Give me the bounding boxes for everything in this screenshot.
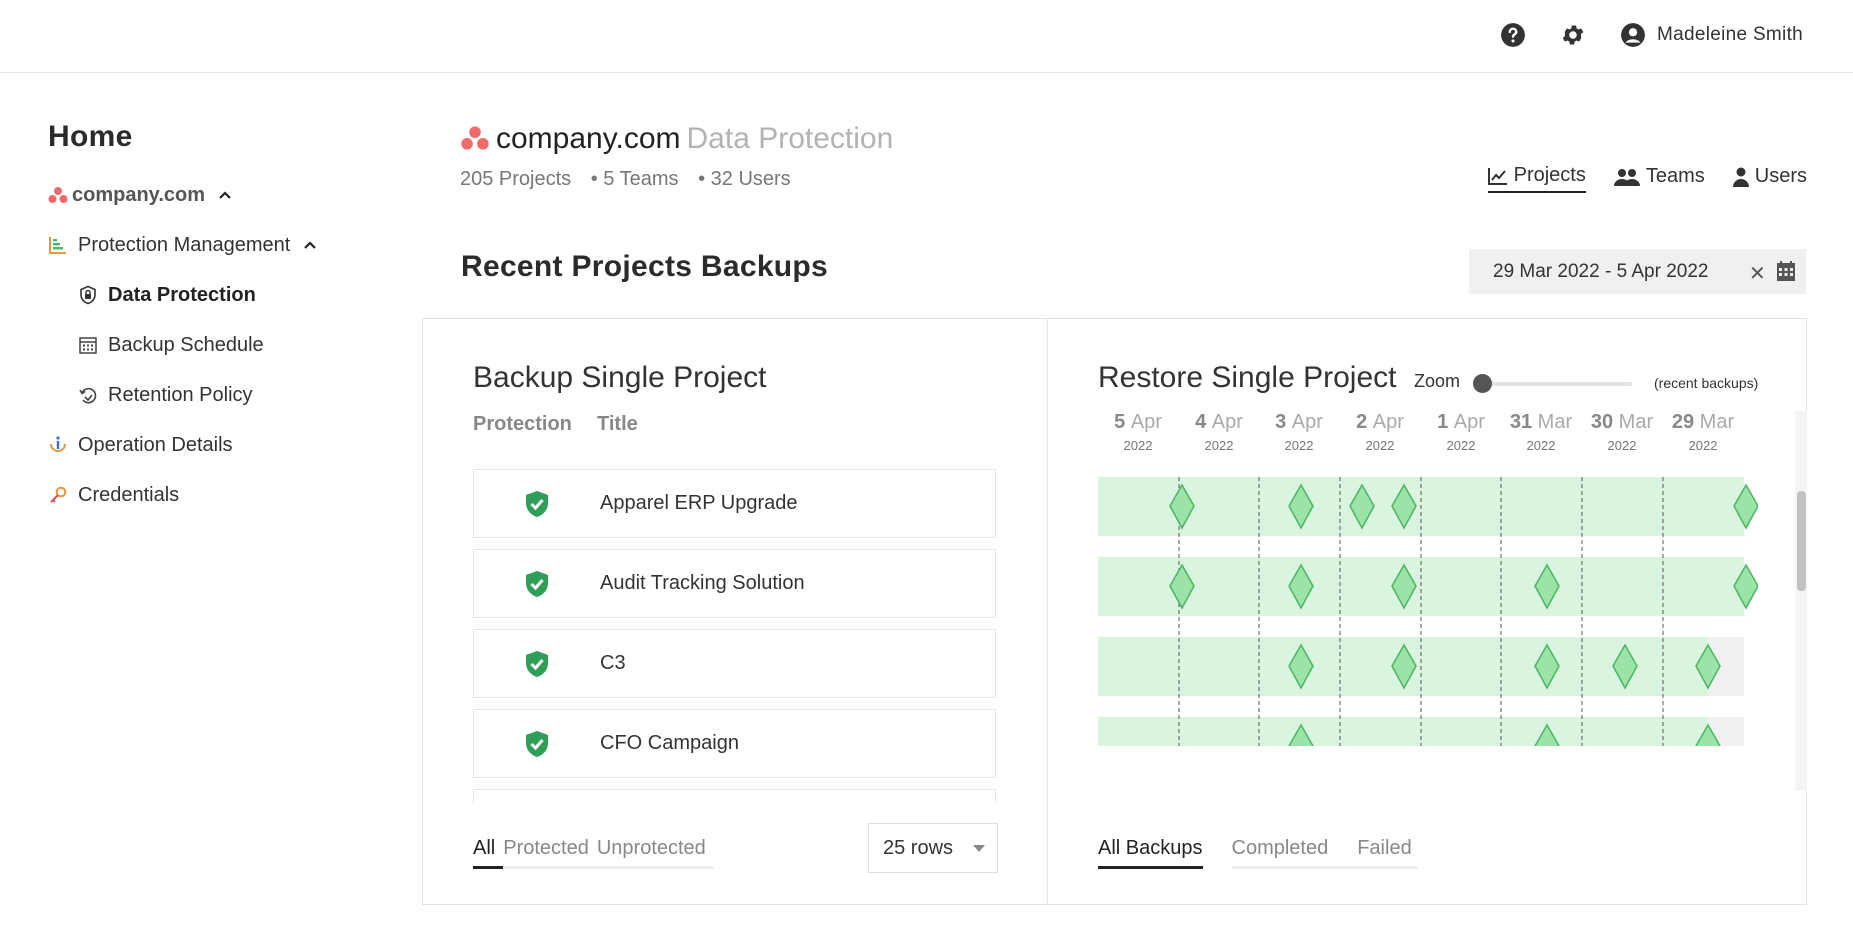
backup-timeline: 5 Apr 2022 4 Apr 2022 3 Apr 2022 2 Apr 2… <box>1098 411 1758 746</box>
protection-filter-tabs: All Protected Unprotected <box>473 837 714 869</box>
zoom-note: (recent backups) <box>1654 375 1759 391</box>
tab-label: Teams <box>1645 165 1705 187</box>
timeline-row-band <box>1098 557 1744 616</box>
sidebar-org-label: company.com <box>72 183 205 206</box>
team-icon <box>1613 168 1640 186</box>
project-name: C3 <box>600 652 626 674</box>
tab-label: Users <box>1754 165 1807 187</box>
calendar-icon[interactable] <box>1777 261 1795 281</box>
zoom-slider-thumb[interactable] <box>1473 374 1492 393</box>
backup-table-header: Protection Title <box>473 413 638 436</box>
clear-icon[interactable]: ✕ <box>1749 261 1766 286</box>
sidebar-item-label: Backup Schedule <box>108 333 264 356</box>
bar-chart-icon <box>49 237 66 254</box>
user-icon <box>1732 167 1749 187</box>
company-logo-icon <box>48 187 68 203</box>
col-protection: Protection <box>473 413 572 435</box>
table-row[interactable]: C3 <box>473 629 996 698</box>
backup-panel-title: Backup Single Project <box>473 361 767 394</box>
sidebar-item-protection-management[interactable]: Protection Management <box>48 230 318 260</box>
sidebar-home[interactable]: Home <box>48 120 133 154</box>
sidebar-item-label: Credentials <box>78 483 180 506</box>
projects-count: 205 Projects <box>460 168 572 190</box>
line-chart-icon <box>1487 167 1507 185</box>
sidebar-item-label: Operation Details <box>78 433 233 456</box>
sidebar-item-label: Data Protection <box>108 283 256 306</box>
sidebar-org[interactable]: company.com <box>48 180 233 210</box>
shield-check-icon <box>526 571 548 597</box>
shield-check-icon <box>526 731 548 757</box>
tab-all-backups[interactable]: All Backups <box>1098 837 1203 869</box>
sidebar-item-label: Protection Management <box>78 233 291 256</box>
sidebar-item-credentials[interactable]: Credentials <box>48 480 179 510</box>
chevron-up-icon[interactable] <box>302 237 318 253</box>
table-row[interactable]: Audit Tracking Solution <box>473 549 996 618</box>
view-tabs: Projects Teams Users <box>1487 164 1807 193</box>
tab-users[interactable]: Users <box>1732 164 1807 193</box>
chevron-up-icon[interactable] <box>217 187 233 203</box>
teams-count: • 5 Teams <box>590 168 679 190</box>
page-title: company.com Data Protection <box>460 122 893 156</box>
retention-icon <box>79 387 97 404</box>
chevron-down-icon <box>973 845 985 852</box>
company-stats: 205 Projects • 5 Teams • 32 Users <box>460 168 805 191</box>
tab-teams[interactable]: Teams <box>1613 164 1705 193</box>
col-title: Title <box>597 413 638 435</box>
calendar-icon <box>79 337 97 354</box>
top-bar: Madeleine Smith <box>0 0 1853 73</box>
shield-check-icon <box>526 651 548 677</box>
help-icon[interactable] <box>1500 22 1526 48</box>
info-icon <box>50 436 66 452</box>
zoom-label: Zoom <box>1414 371 1461 391</box>
tab-projects[interactable]: Projects <box>1487 164 1586 193</box>
tab-failed[interactable]: Failed <box>1357 837 1418 869</box>
table-row[interactable]: CFO Campaign <box>473 709 996 778</box>
sidebar-item-label: Retention Policy <box>108 383 253 406</box>
sidebar-item-retention-policy[interactable]: Retention Policy <box>78 380 253 410</box>
sidebar-item-operation-details[interactable]: Operation Details <box>48 430 233 460</box>
tab-completed[interactable]: Completed <box>1231 837 1358 869</box>
table-row[interactable] <box>473 789 996 803</box>
scrollbar-thumb[interactable] <box>1797 491 1806 591</box>
zoom-slider-track[interactable] <box>1480 382 1632 386</box>
company-logo-icon <box>461 126 489 150</box>
project-name: Audit Tracking Solution <box>600 572 805 594</box>
key-icon <box>50 486 67 503</box>
sidebar-item-data-protection[interactable]: Data Protection <box>78 280 256 310</box>
filter-unprotected[interactable]: Unprotected <box>596 837 714 869</box>
section-name: Data Protection <box>686 122 894 155</box>
date-range-value: 29 Mar 2022 - 5 Apr 2022 <box>1493 260 1709 282</box>
user-circle-icon[interactable] <box>1620 22 1646 48</box>
filter-all[interactable]: All <box>473 837 504 869</box>
date-range-picker[interactable]: 29 Mar 2022 - 5 Apr 2022 ✕ <box>1469 249 1806 294</box>
filter-protected[interactable]: Protected <box>503 837 597 869</box>
table-row[interactable]: Apparel ERP Upgrade <box>473 469 996 538</box>
timeline-scrollbar[interactable] <box>1795 411 1807 791</box>
project-name: Apparel ERP Upgrade <box>600 492 798 514</box>
lock-shield-icon <box>80 285 96 305</box>
backups-panel: Backup Single Project Protection Title A… <box>422 318 1807 905</box>
restore-panel-title: Restore Single Project <box>1098 361 1397 394</box>
gear-icon[interactable] <box>1560 22 1586 48</box>
project-name: CFO Campaign <box>600 732 739 754</box>
user-name[interactable]: Madeleine Smith <box>1657 24 1803 46</box>
shield-check-icon <box>526 491 548 517</box>
rows-per-page-value: 25 rows <box>883 836 954 859</box>
timeline-grid <box>1098 477 1758 746</box>
sidebar-item-backup-schedule[interactable]: Backup Schedule <box>78 330 264 360</box>
restore-filter-tabs: All Backups Completed Failed <box>1098 837 1418 869</box>
users-count: • 32 Users <box>698 168 791 190</box>
rows-per-page-select[interactable]: 25 rows <box>868 823 998 873</box>
section-title: Recent Projects Backups <box>461 250 829 283</box>
panel-divider <box>1047 319 1048 904</box>
timeline-row-band <box>1098 717 1708 746</box>
tab-label: Projects <box>1513 164 1586 186</box>
company-name: company.com <box>496 122 681 155</box>
